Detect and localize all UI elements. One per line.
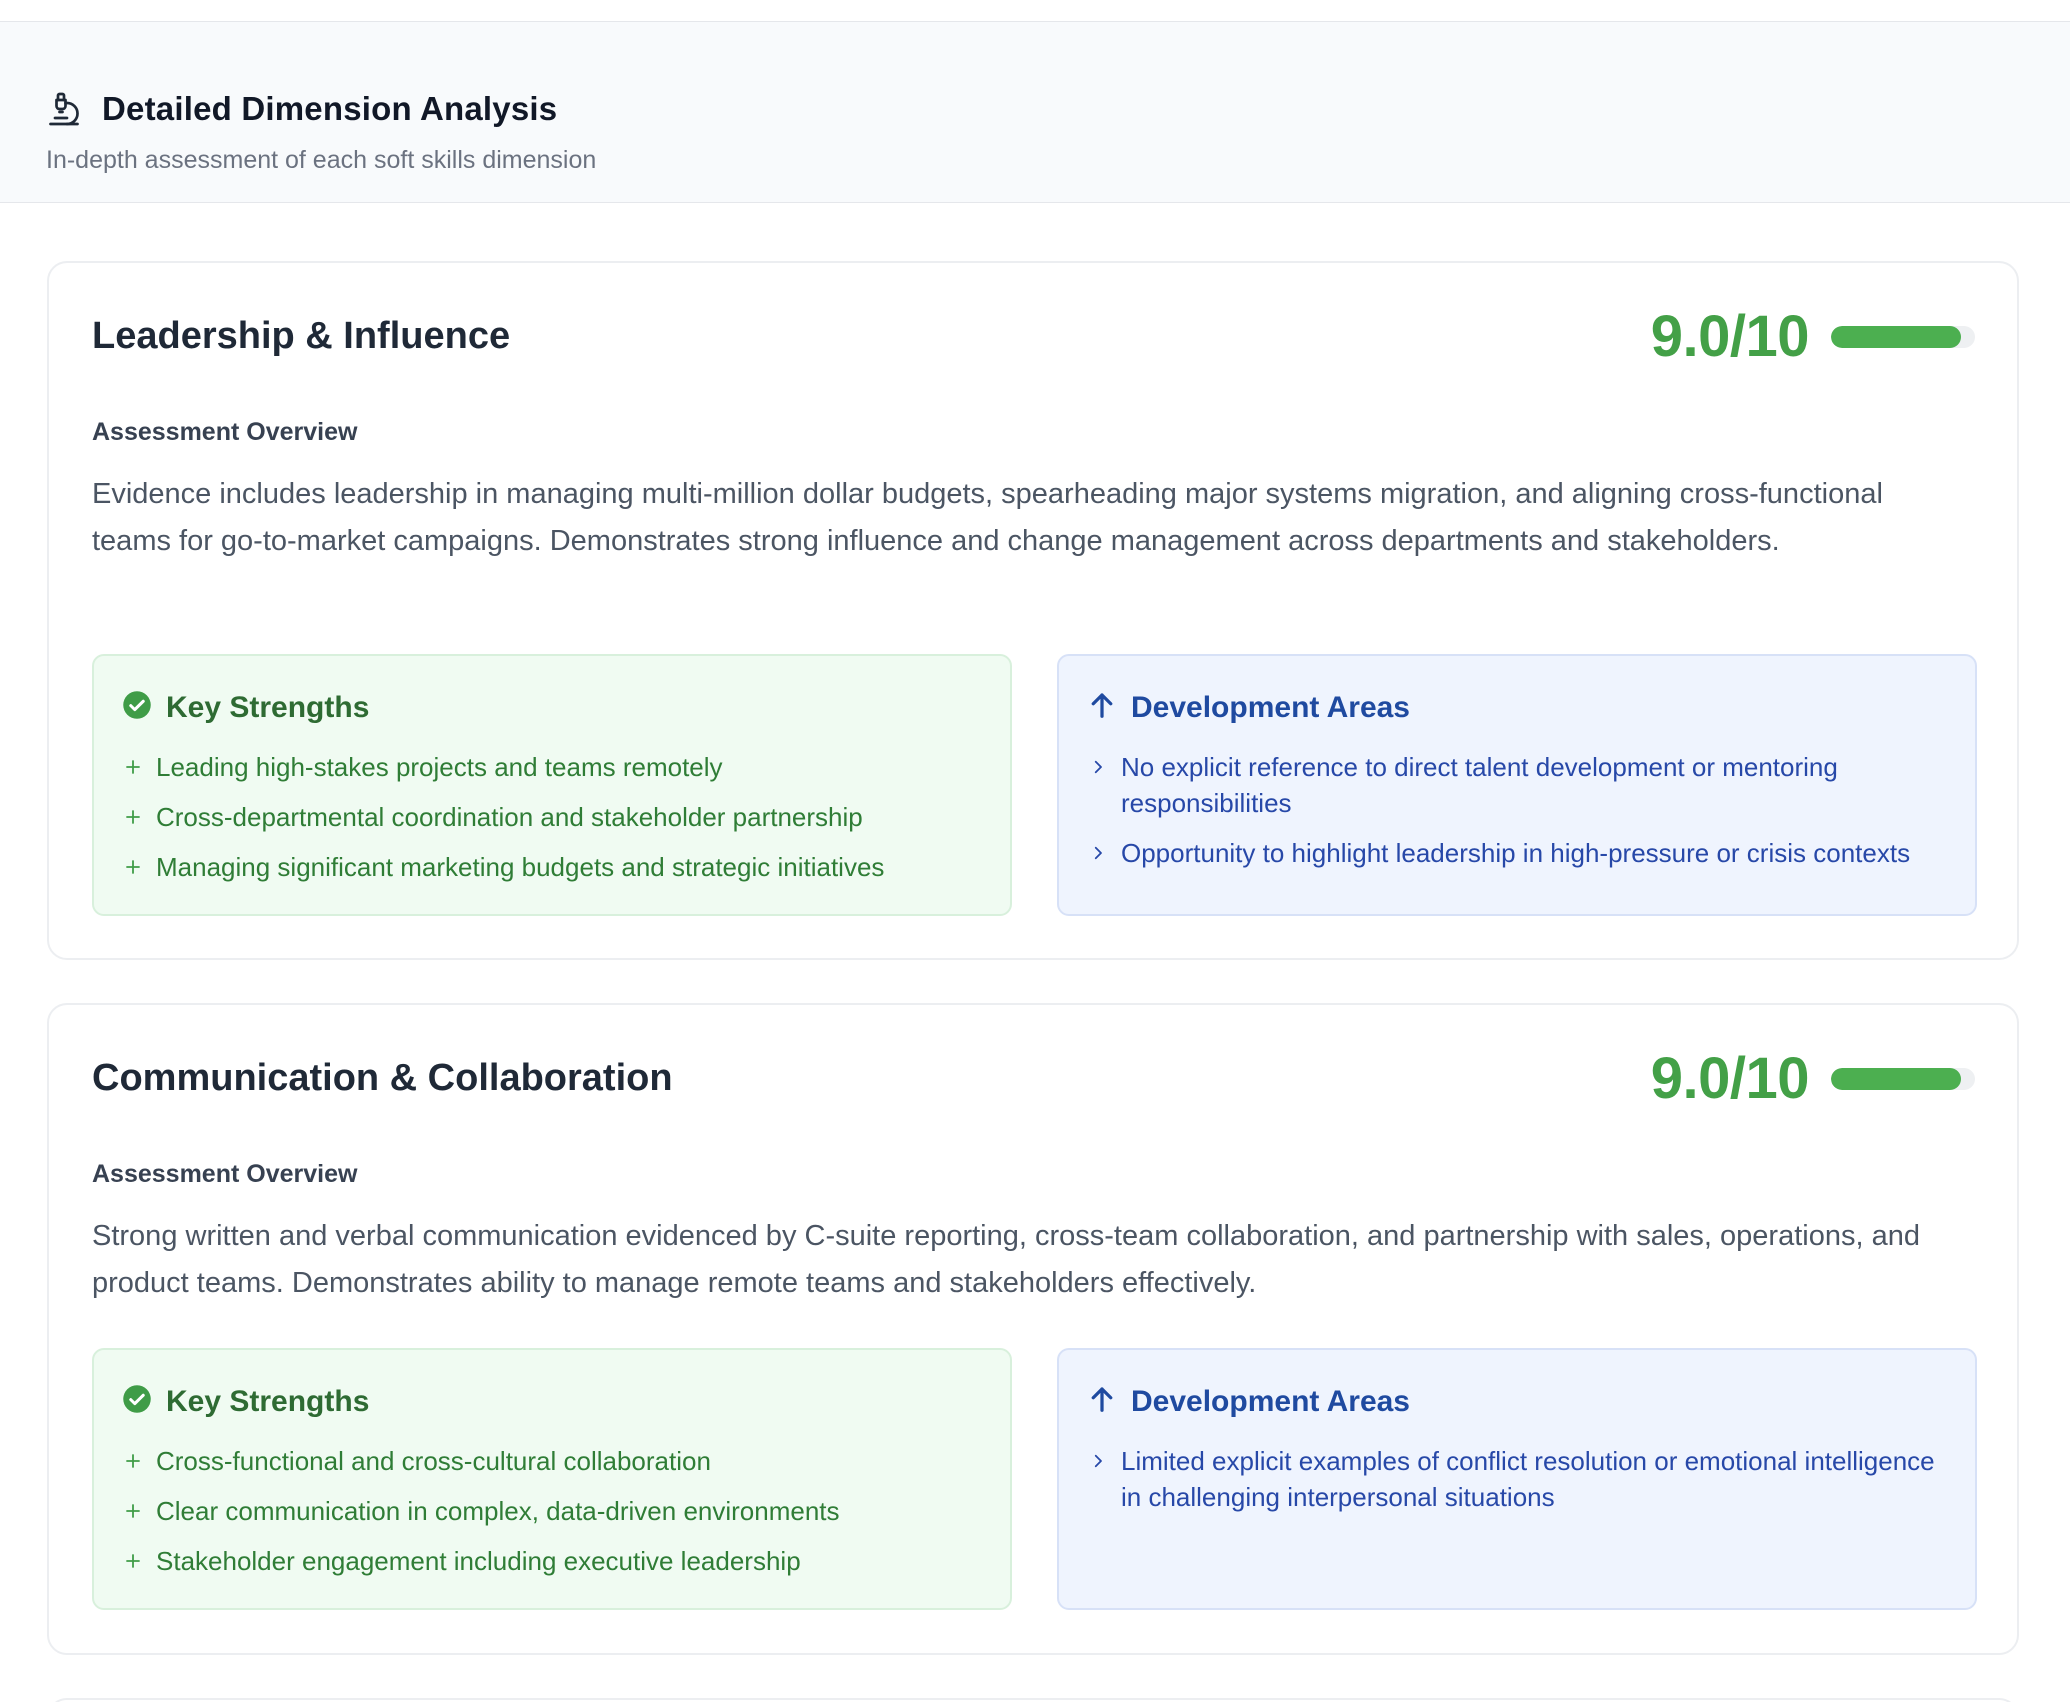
overview-text: Evidence includes leadership in managing… — [92, 478, 1883, 557]
score-bar — [1831, 325, 1975, 348]
strength-text: Cross-functional and cross-cultural coll… — [156, 1446, 711, 1476]
arrow-up-icon — [1087, 690, 1117, 725]
strength-text: Leading high-stakes projects and teams r… — [156, 752, 723, 782]
development-panel: Development Areas Limited explicit examp… — [1057, 1348, 1977, 1610]
dimension-title: Leadership & Influence — [92, 315, 511, 357]
plus-icon — [122, 799, 144, 835]
list-item: No explicit reference to direct talent d… — [1087, 749, 1947, 821]
development-header: Development Areas — [1087, 690, 1947, 725]
development-text: Limited explicit examples of conflict re… — [1121, 1446, 1935, 1512]
strengths-panel: Key Strengths Cross-functional and cross… — [92, 1348, 1012, 1610]
list-item: Leading high-stakes projects and teams r… — [122, 749, 982, 785]
strength-text: Stakeholder engagement including executi… — [156, 1546, 801, 1576]
score-display: 9.0/10 — [1651, 1045, 1975, 1112]
score-bar — [1831, 1067, 1975, 1090]
development-title: Development Areas — [1131, 690, 1410, 724]
list-item: Limited explicit examples of conflict re… — [1087, 1443, 1947, 1515]
dimension-card-next — [47, 1698, 2019, 1702]
strength-text: Clear communication in complex, data-dri… — [156, 1496, 840, 1526]
overview-text: Strong written and verbal communication … — [92, 1220, 1920, 1299]
strengths-title: Key Strengths — [166, 690, 370, 724]
header-title-row: Detailed Dimension Analysis — [46, 90, 557, 128]
chevron-right-icon — [1087, 835, 1109, 871]
dimension-title: Communication & Collaboration — [92, 1057, 673, 1099]
page-title: Detailed Dimension Analysis — [102, 90, 558, 127]
overview-label: Assessment Overview — [92, 1160, 358, 1188]
plus-icon — [122, 749, 144, 785]
microscope-icon — [46, 91, 82, 127]
plus-icon — [122, 1443, 144, 1479]
list-item: Cross-functional and cross-cultural coll… — [122, 1443, 982, 1479]
list-item: Cross-departmental coordination and stak… — [122, 799, 982, 835]
development-text: No explicit reference to direct talent d… — [1121, 752, 1838, 818]
strength-text: Cross-departmental coordination and stak… — [156, 802, 863, 832]
overview-label: Assessment Overview — [92, 418, 358, 446]
list-item: Managing significant marketing budgets a… — [122, 849, 982, 885]
score-value: 9.0/10 — [1650, 304, 1810, 369]
development-panel: Development Areas No explicit reference … — [1057, 654, 1977, 916]
check-circle-icon — [122, 690, 152, 725]
section-header: Detailed Dimension Analysis In-depth ass… — [0, 21, 2070, 203]
development-title: Development Areas — [1131, 1384, 1410, 1418]
list-item: Clear communication in complex, data-dri… — [122, 1493, 982, 1529]
list-item: Stakeholder engagement including executi… — [122, 1543, 982, 1579]
strengths-header: Key Strengths — [122, 690, 982, 725]
score-bar-fill — [1831, 1067, 1961, 1090]
strength-text: Managing significant marketing budgets a… — [156, 852, 885, 882]
strengths-title: Key Strengths — [166, 1384, 370, 1418]
plus-icon — [122, 1493, 144, 1529]
development-header: Development Areas — [1087, 1384, 1947, 1419]
page: Detailed Dimension Analysis In-depth ass… — [0, 0, 2070, 1702]
check-circle-icon — [122, 1384, 152, 1419]
list-item: Opportunity to highlight leadership in h… — [1087, 835, 1947, 871]
score-display: 9.0/10 — [1651, 303, 1975, 370]
plus-icon — [122, 1543, 144, 1579]
development-text: Opportunity to highlight leadership in h… — [1121, 838, 1911, 868]
plus-icon — [122, 849, 144, 885]
dimension-card-communication: Communication & Collaboration 9.0/10 Ass… — [47, 1003, 2019, 1655]
dimension-card-leadership: Leadership & Influence 9.0/10 Assessment… — [47, 261, 2019, 960]
strengths-header: Key Strengths — [122, 1384, 982, 1419]
score-bar-fill — [1831, 325, 1961, 348]
page-subtitle: In-depth assessment of each soft skills … — [46, 146, 597, 174]
strengths-panel: Key Strengths Leading high-stakes projec… — [92, 654, 1012, 916]
chevron-right-icon — [1087, 749, 1109, 785]
score-value: 9.0/10 — [1650, 1046, 1810, 1111]
arrow-up-icon — [1087, 1384, 1117, 1419]
chevron-right-icon — [1087, 1443, 1109, 1479]
